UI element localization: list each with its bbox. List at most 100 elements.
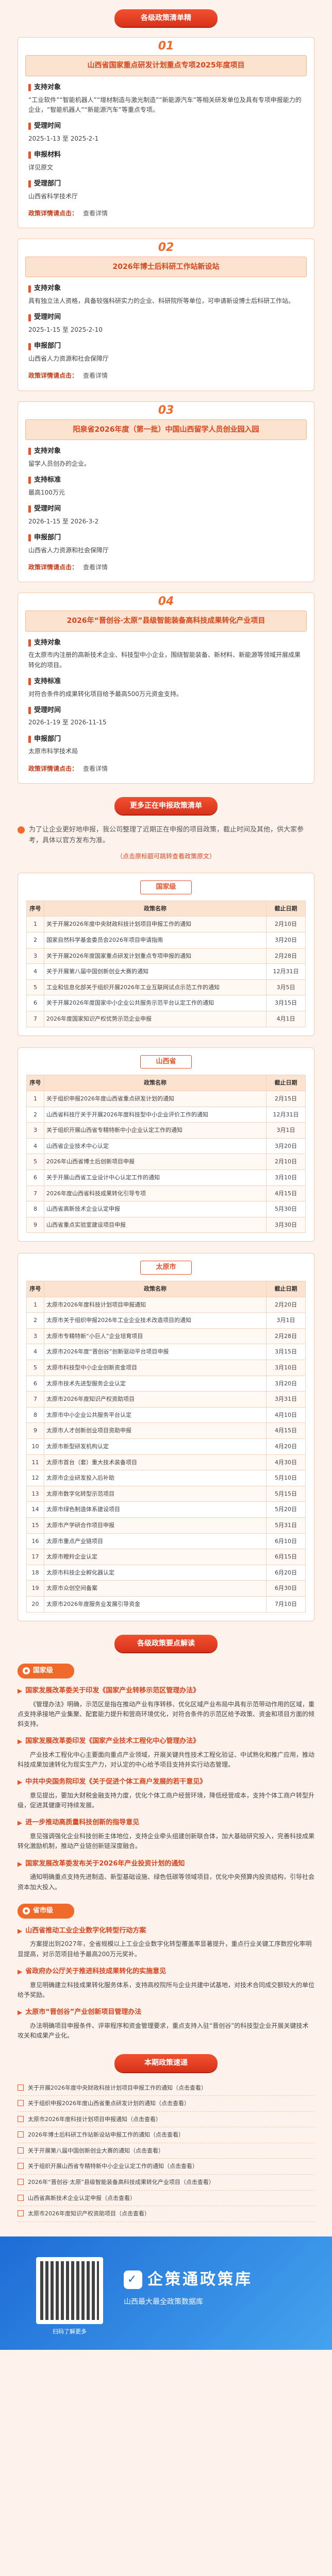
recommend-item[interactable]: 2026年博士后科研工作站新设站申报工作的通知（点击查看） — [18, 2127, 314, 2143]
table-row[interactable]: 12 太原市企业研发投入后补助 5月10日 — [26, 1470, 306, 1486]
table-row[interactable]: 9 太原市人才创新创业项目资助申报 4月15日 — [26, 1422, 306, 1439]
detail-title[interactable]: ▶ 中共中央国务院印发《关于促进个体工商户发展的若干意见》 — [18, 1777, 314, 1788]
table-row[interactable]: 3 太原市专精特新“小巨人”企业培育项目 2月28日 — [26, 1328, 306, 1345]
table-row[interactable]: 7 太原市2026年度知识产权资助项目 3月31日 — [26, 1391, 306, 1408]
table-row[interactable]: 19 太原市众创空间备案 6月30日 — [26, 1580, 306, 1597]
table-row[interactable]: 9 山西省重点实验室建设项目申报 3月30日 — [26, 1216, 306, 1233]
table-row[interactable]: 13 太原市数字化转型示范项目 5月15日 — [26, 1485, 306, 1502]
policy-name-link[interactable]: 太原市专精特新“小巨人”企业培育项目 — [44, 1328, 267, 1345]
detail-title[interactable]: ▶ 国家发展改革委关于印发《国家产业转移示范区管理办法》 — [18, 1686, 314, 1697]
policy-name-link[interactable]: 太原市新型研发机构认定 — [44, 1438, 267, 1455]
table-row[interactable]: 1 关于组织申报2026年度山西省重点研发计划的通知 2月15日 — [26, 1090, 306, 1107]
table-row[interactable]: 5 太原市科技型中小企业创新资金项目 3月10日 — [26, 1360, 306, 1376]
table-row[interactable]: 3 关于开展2026年度国家重点研发计划重点专项申报的通知 2月28日 — [26, 947, 306, 964]
recommend-item[interactable]: 太原市2026年度科技计划项目申报通知（点击查看） — [18, 2112, 314, 2128]
table-row[interactable]: 6 太原市技术先进型服务企业认定 3月20日 — [26, 1375, 306, 1392]
policy-name-link[interactable]: 关于组织申报2026年度山西省重点研发计划的通知 — [44, 1090, 267, 1107]
policy-name-link[interactable]: 山西省科技厅关于开展2026年度科技型中小企业评价工作的通知 — [44, 1106, 267, 1123]
policy-name-link[interactable]: 山西省重点实验室建设项目申报 — [44, 1216, 267, 1233]
table-row[interactable]: 17 太原市瞪羚企业认定 6月15日 — [26, 1549, 306, 1565]
field-label: 支持标准 — [28, 475, 304, 486]
table-row[interactable]: 4 山西省企业技术中心认定 3月20日 — [26, 1138, 306, 1155]
policy-name-link[interactable]: 关于开展2026年度国家重点研发计划重点专项申报的通知 — [44, 947, 267, 964]
policy-name-link[interactable]: 太原市科技企业孵化器认定 — [44, 1564, 267, 1581]
recommend-item[interactable]: 关于组织开展山西省专精特新中小企业认定工作的通知（点击查看） — [18, 2159, 314, 2175]
policy-name-link[interactable]: 工业和信息化部关于组织开展2026年工业互联网试点示范工作的通知 — [44, 979, 267, 996]
detail-item: ▶ 省政府办公厅关于推进科技成果转化的实施意见 意见明确建立科技成果转化服务体系，支… — [18, 1967, 314, 2000]
policy-name-link[interactable]: 2026年度山西省科技成果转化引导专项 — [44, 1185, 267, 1202]
detail-link[interactable]: 查看详情 — [83, 563, 108, 572]
table-row[interactable]: 6 关于开展山西省工业设计中心认定工作的通知 3月10日 — [26, 1169, 306, 1186]
recommend-item[interactable]: 太原市2026年度知识产权资助项目（点击查看） — [18, 2206, 314, 2222]
policy-name-link[interactable]: 太原市2026年度知识产权资助项目 — [44, 1391, 267, 1408]
policy-name-link[interactable]: 2026年山西省博士后创新项目申报 — [44, 1154, 267, 1170]
policy-name-link[interactable]: 关于开展山西省工业设计中心认定工作的通知 — [44, 1169, 267, 1186]
recommend-item[interactable]: 2026年“晋创谷·太原”县级智能装备高科技成果转化产业项目（点击查看） — [18, 2175, 314, 2191]
table-row[interactable]: 1 太原市2026年度科技计划项目申报通知 2月20日 — [26, 1296, 306, 1313]
policy-name-link[interactable]: 太原市技术先进型服务企业认定 — [44, 1375, 267, 1392]
policy-name-link[interactable]: 太原市2026年度科技计划项目申报通知 — [44, 1296, 267, 1313]
detail-title[interactable]: ▶ 山西省推动工业企业数字化转型行动方案 — [18, 1926, 314, 1937]
policy-name-link[interactable]: 山西省高新技术企业认定申报 — [44, 1201, 267, 1217]
policy-name-link[interactable]: 太原市中小企业公共服务平台认定 — [44, 1406, 267, 1423]
table-row[interactable]: 1 关于开展2026年度中央财政科技计划项目申报工作的通知 2月10日 — [26, 916, 306, 933]
table-row[interactable]: 15 太原市产学研合作项目申报 5月31日 — [26, 1517, 306, 1534]
table-row[interactable]: 18 太原市科技企业孵化器认定 6月20日 — [26, 1564, 306, 1581]
detail-title[interactable]: ▶ 进一步推动高质量科技创新的指导意见 — [18, 1818, 314, 1828]
table-row[interactable]: 5 2026年山西省博士后创新项目申报 2月10日 — [26, 1154, 306, 1170]
recommend-item[interactable]: 山西省高新技术企业认定申报（点击查看） — [18, 2191, 314, 2207]
detail-title[interactable]: ▶ 太原市“晋创谷”产业创新项目管理办法 — [18, 2007, 314, 2018]
table-row[interactable]: 7 2026年度山西省科技成果转化引导专项 4月15日 — [26, 1185, 306, 1202]
policy-name-link[interactable]: 太原市2026年度“晋创谷”创新驱动平台项目申报 — [44, 1344, 267, 1361]
detail-link[interactable]: 查看详情 — [83, 209, 108, 218]
policy-name-link[interactable]: 太原市众创空间备案 — [44, 1580, 267, 1597]
policy-name-link[interactable]: 关于开展2026年度国家中小企业公共服务示范平台认定工作的通知 — [44, 995, 267, 1011]
table-row[interactable]: 8 太原市中小企业公共服务平台认定 4月10日 — [26, 1406, 306, 1423]
detail-link[interactable]: 查看详情 — [83, 764, 108, 774]
table-row[interactable]: 11 太原市首台（套）重大技术装备项目 4月30日 — [26, 1454, 306, 1471]
recommend-item[interactable]: 关于组织申报2026年度山西省重点研发计划的通知（点击查看） — [18, 2096, 314, 2112]
detail-title[interactable]: ▶ 省政府办公厅关于推进科技成果转化的实施意见 — [18, 1967, 314, 1977]
table-row[interactable]: 4 太原市2026年度“晋创谷”创新驱动平台项目申报 3月15日 — [26, 1344, 306, 1361]
policy-name-link[interactable]: 太原市重点产业链项目 — [44, 1533, 267, 1550]
policy-name-link[interactable]: 太原市2026年度服务业发展引导资金 — [44, 1596, 267, 1613]
table-row[interactable]: 7 2026年度国家知识产权优势示范企业申报 4月1日 — [26, 1010, 306, 1027]
table-row[interactable]: 3 关于组织开展山西省专精特新中小企业认定工作的通知 3月1日 — [26, 1122, 306, 1139]
policy-name-link[interactable]: 太原市企业研发投入后补助 — [44, 1470, 267, 1486]
policy-name-link[interactable]: 2026年度国家知识产权优势示范企业申报 — [44, 1010, 267, 1027]
table-row[interactable]: 8 山西省高新技术企业认定申报 5月30日 — [26, 1201, 306, 1217]
table-row[interactable]: 2 山西省科技厅关于开展2026年度科技型中小企业评价工作的通知 12月31日 — [26, 1106, 306, 1123]
detail-title[interactable]: ▶ 国家发展改革委印发《国家产业技术工程化中心管理办法》 — [18, 1736, 314, 1747]
policy-name-link[interactable]: 太原市关于组织申报2026年工业企业技术改造项目的通知 — [44, 1312, 267, 1329]
table-row[interactable]: 2 太原市关于组织申报2026年工业企业技术改造项目的通知 3月1日 — [26, 1312, 306, 1329]
table-row[interactable]: 2 国家自然科学基金委员会2026年项目申请指南 3月20日 — [26, 932, 306, 948]
detail-title-text: 太原市“晋创谷”产业创新项目管理办法 — [25, 2008, 142, 2016]
table-row[interactable]: 20 太原市2026年度服务业发展引导资金 7月10日 — [26, 1596, 306, 1613]
promo-banner[interactable]: 扫码了解更多 ✓ 企策通政策库 山西最大最全政策数据库 — [0, 2236, 332, 2350]
table-row[interactable]: 4 关于开展第八届中国创新创业大赛的通知 12月31日 — [26, 963, 306, 980]
policy-name-link[interactable]: 太原市瞪羚企业认定 — [44, 1549, 267, 1565]
detail-title[interactable]: ▶ 国家发展改革委发布关于2026年产业投资计划的通知 — [18, 1859, 314, 1870]
policy-name-link[interactable]: 太原市人才创新创业项目资助申报 — [44, 1422, 267, 1439]
policy-name-link[interactable]: 国家自然科学基金委员会2026年项目申请指南 — [44, 932, 267, 948]
recommend-item[interactable]: 关于开展第八届中国创新创业大赛的通知（点击查看） — [18, 2143, 314, 2159]
detail-link[interactable]: 查看详情 — [83, 371, 108, 381]
table-row[interactable]: 6 关于开展2026年度国家中小企业公共服务示范平台认定工作的通知 3月15日 — [26, 995, 306, 1011]
table-row[interactable]: 16 太原市重点产业链项目 6月10日 — [26, 1533, 306, 1550]
table-row[interactable]: 10 太原市新型研发机构认定 4月20日 — [26, 1438, 306, 1455]
field-label: 受理时间 — [28, 504, 304, 515]
policy-name-link[interactable]: 太原市数字化转型示范项目 — [44, 1485, 267, 1502]
policy-name-link[interactable]: 太原市首台（套）重大技术装备项目 — [44, 1454, 267, 1471]
policy-name-link[interactable]: 关于组织开展山西省专精特新中小企业认定工作的通知 — [44, 1122, 267, 1139]
policy-name-link[interactable]: 太原市产学研合作项目申报 — [44, 1517, 267, 1534]
table-row[interactable]: 5 工业和信息化部关于组织开展2026年工业互联网试点示范工作的通知 3月5日 — [26, 979, 306, 996]
field-label-text: 受理时间 — [34, 122, 61, 130]
table-row[interactable]: 14 太原市绿色制造体系建设项目 5月20日 — [26, 1501, 306, 1518]
policy-name-link[interactable]: 关于开展2026年度中央财政科技计划项目申报工作的通知 — [44, 916, 267, 933]
policy-name-link[interactable]: 太原市绿色制造体系建设项目 — [44, 1501, 267, 1518]
policy-name-link[interactable]: 关于开展第八届中国创新创业大赛的通知 — [44, 963, 267, 980]
policy-name-link[interactable]: 山西省企业技术中心认定 — [44, 1138, 267, 1155]
recommend-item[interactable]: 关于开展2026年度中央财政科技计划项目申报工作的通知（点击查看） — [18, 2080, 314, 2096]
policy-name-link[interactable]: 太原市科技型中小企业创新资金项目 — [44, 1360, 267, 1376]
qr-code[interactable] — [36, 2257, 103, 2324]
